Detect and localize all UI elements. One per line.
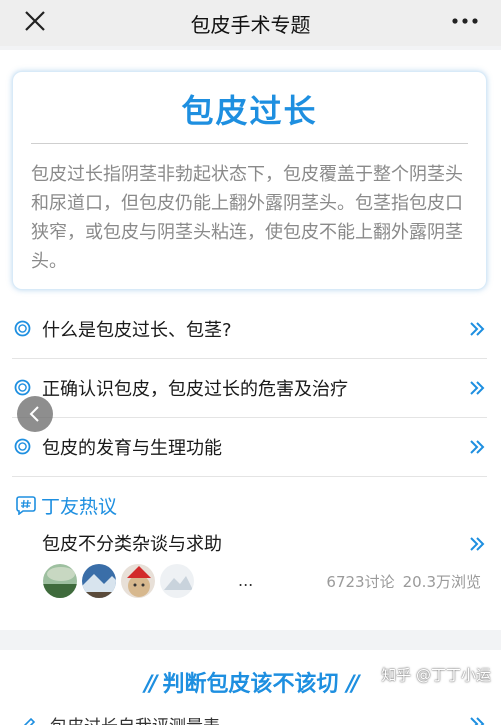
double-chevron-right-icon bbox=[470, 322, 485, 336]
menu-item-label: 什么是包皮过长、包茎? bbox=[42, 320, 232, 341]
avatar[interactable] bbox=[42, 563, 78, 599]
slash-decoration: // bbox=[346, 672, 360, 697]
discussion-stats: 6723讨论 20.3万浏览 bbox=[326, 571, 481, 592]
intro-heading: 包皮过长 bbox=[181, 92, 318, 130]
avatar[interactable] bbox=[81, 563, 117, 599]
discussion-topic-title[interactable]: 包皮不分类杂谈与求助 bbox=[42, 530, 222, 556]
circle-bullet-icon bbox=[14, 438, 31, 455]
self-assessment-item[interactable]: 包皮过长自我评测量表 bbox=[18, 712, 220, 725]
slash-decoration: // bbox=[144, 672, 157, 697]
watermark: 知乎 @丁丁小运 bbox=[381, 666, 491, 684]
double-chevron-right-icon[interactable] bbox=[469, 536, 485, 552]
menu-item-what-is[interactable]: 什么是包皮过长、包茎? bbox=[12, 301, 487, 359]
circle-bullet-icon bbox=[14, 320, 31, 337]
judge-section: //判断包皮该不该切// 包皮过长自我评测量表 bbox=[0, 650, 501, 725]
judge-section-title: 判断包皮该不该切 bbox=[162, 672, 339, 697]
menu-item-label: 包皮的发育与生理功能 bbox=[42, 438, 222, 459]
chevron-left-icon bbox=[29, 406, 39, 422]
menu-item-understanding[interactable]: 正确认识包皮，包皮过长的危害及治疗 bbox=[12, 360, 487, 418]
menu-item-label: 正确认识包皮，包皮过长的危害及治疗 bbox=[42, 379, 348, 400]
page-title: 包皮手术专题 bbox=[190, 13, 311, 37]
discussion-section-title: 丁友热议 bbox=[41, 496, 118, 518]
discussion-count: 6723讨论 bbox=[326, 573, 395, 591]
intro-card: 包皮过长 包皮过长指阴茎非勃起状态下，包皮覆盖于整个阴茎头和尿道口，但包皮仍能上… bbox=[12, 71, 487, 290]
avatar[interactable] bbox=[120, 563, 156, 599]
pencil-icon bbox=[23, 717, 36, 725]
double-chevron-right-icon[interactable] bbox=[469, 716, 485, 725]
menu-item-development[interactable]: 包皮的发育与生理功能 bbox=[12, 419, 487, 477]
self-assessment-label: 包皮过长自我评测量表 bbox=[50, 717, 220, 725]
view-count: 20.3万浏览 bbox=[402, 573, 481, 591]
double-chevron-right-icon bbox=[470, 381, 485, 395]
back-button[interactable] bbox=[17, 396, 53, 432]
more-icon[interactable] bbox=[451, 10, 479, 32]
top-bar: 包皮手术专题 bbox=[0, 0, 501, 46]
intro-description: 包皮过长指阴茎非勃起状态下，包皮覆盖于整个阴茎头和尿道口，但包皮仍能上翻外露阴茎… bbox=[31, 164, 463, 272]
double-chevron-right-icon bbox=[470, 440, 485, 454]
hashtag-bubble-icon bbox=[16, 496, 36, 515]
divider bbox=[31, 143, 468, 144]
avatar[interactable] bbox=[159, 563, 195, 599]
circle-bullet-icon bbox=[14, 379, 31, 396]
more-avatars-indicator: ... bbox=[238, 571, 254, 590]
